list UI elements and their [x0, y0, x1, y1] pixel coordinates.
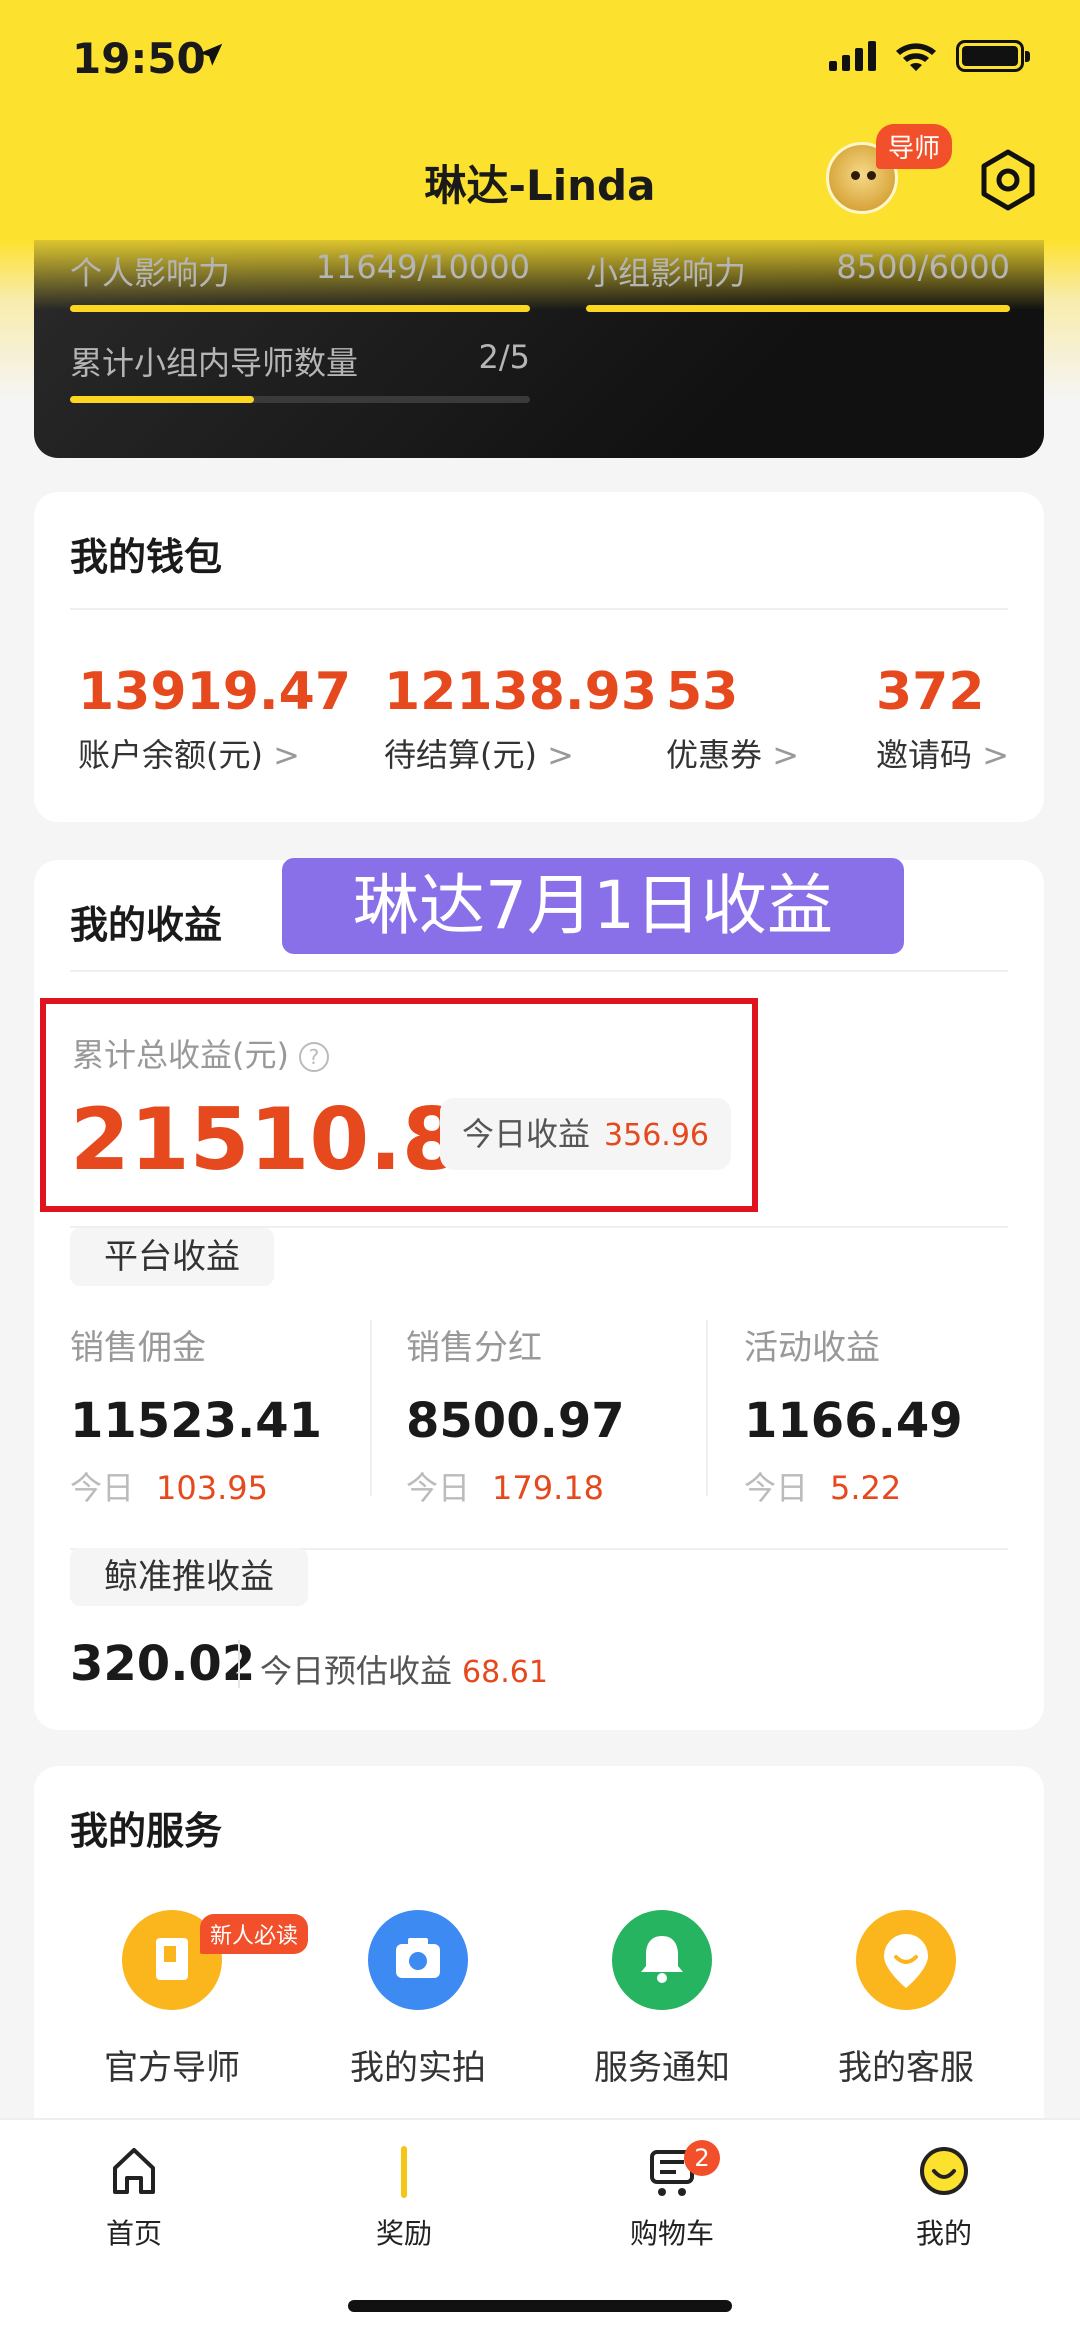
- activity-earnings[interactable]: 活动收益 1166.49 今日 5.22: [744, 1320, 1044, 1509]
- activity-earnings-today-label: 今日: [744, 1469, 809, 1507]
- status-time: 19:50: [72, 34, 206, 83]
- tab-rewards-label: 奖励: [375, 2217, 432, 2250]
- activity-earnings-today-value: 5.22: [830, 1469, 902, 1507]
- sales-commission-value: 11523.41: [70, 1393, 323, 1449]
- wallet-coupons-value: 53: [666, 662, 739, 722]
- tab-rewards[interactable]: 奖励: [324, 2144, 484, 2252]
- tab-cart-label: 购物车: [629, 2217, 714, 2250]
- battery-icon: [956, 40, 1030, 72]
- today-earnings-value: 356.96: [604, 1118, 709, 1153]
- sales-dividend-today-value: 179.18: [492, 1469, 604, 1507]
- platform-earnings-tag: 平台收益: [70, 1228, 274, 1286]
- service-label: 我的实拍: [350, 2048, 486, 2088]
- mentor-count-bar: [70, 396, 530, 403]
- group-influence: 小组影响力 8500/6000: [586, 248, 1010, 294]
- service-customer-support[interactable]: 我的客服: [786, 1910, 1026, 2089]
- mentor-count: 累计小组内导师数量 2/5: [70, 338, 530, 384]
- group-influence-value: 8500/6000: [836, 248, 1010, 286]
- sales-dividend-today-label: 今日: [406, 1469, 471, 1507]
- sales-commission-today-value: 103.95: [156, 1469, 268, 1507]
- tab-cart[interactable]: 2 购物车: [592, 2140, 752, 2252]
- sales-dividend-value: 8500.97: [406, 1393, 625, 1449]
- location-arrow-icon: [199, 43, 223, 66]
- group-influence-label: 小组影响力: [586, 254, 747, 292]
- cart-count-badge: 2: [684, 2140, 720, 2176]
- wallet-coupons-label: 优惠券: [666, 736, 763, 774]
- smile-icon: [920, 2147, 968, 2195]
- wallet-balance[interactable]: 13919.47 账户余额(元) >: [78, 662, 351, 776]
- wallet-balance-label: 账户余额(元): [78, 736, 263, 774]
- personal-influence-bar: [70, 305, 530, 312]
- whale-today-estimate: 今日预估收益 68.61: [260, 1646, 548, 1692]
- mentor-badge: 导师: [876, 124, 953, 169]
- activity-earnings-title: 活动收益: [744, 1328, 880, 1368]
- new-user-badge: 新人必读: [200, 1914, 309, 1954]
- mentor-count-value: 2/5: [478, 338, 531, 376]
- chevron-right-icon: >: [273, 736, 300, 774]
- personal-influence-label: 个人影响力: [70, 254, 231, 292]
- wallet-balance-value: 13919.47: [78, 662, 352, 722]
- chevron-right-icon: >: [547, 736, 574, 774]
- service-label: 官方导师: [104, 2048, 240, 2088]
- wallet-invite-code[interactable]: 372 邀请码 >: [876, 662, 1009, 776]
- tab-me-label: 我的: [915, 2217, 972, 2250]
- wallet-invite-label: 邀请码: [876, 736, 973, 774]
- influence-card: 个人影响力 11649/10000 小组影响力 8500/6000 累计小组内导…: [34, 240, 1044, 458]
- service-my-photos[interactable]: 我的实拍: [298, 1910, 538, 2089]
- sales-commission[interactable]: 销售佣金 11523.41 今日 103.95: [70, 1320, 370, 1509]
- date-overlay-label: 琳达7月1日收益: [282, 858, 904, 954]
- tab-me[interactable]: 我的: [864, 2144, 1024, 2252]
- wallet-pending[interactable]: 12138.93 待结算(元) >: [384, 662, 657, 776]
- whale-today-value: 68.61: [462, 1655, 548, 1690]
- tab-home-label: 首页: [105, 2217, 162, 2250]
- personal-influence-value: 11649/10000: [315, 248, 530, 286]
- help-icon[interactable]: ?: [298, 1042, 329, 1072]
- chevron-right-icon: >: [982, 736, 1009, 774]
- whale-earnings-value: 320.02: [70, 1636, 256, 1692]
- home-indicator: [348, 2300, 732, 2312]
- whale-earnings-tag: 鲸准推收益: [70, 1548, 308, 1606]
- activity-earnings-value: 1166.49: [744, 1393, 963, 1449]
- wallet-coupons[interactable]: 53 优惠券 >: [666, 662, 799, 776]
- status-bar: 19:50: [0, 0, 1080, 120]
- sales-dividend[interactable]: 销售分红 8500.97 今日 179.18: [406, 1320, 706, 1509]
- wallet-pending-label: 待结算(元): [384, 736, 537, 774]
- chevron-right-icon: >: [772, 736, 799, 774]
- signal-icon: [829, 41, 876, 71]
- service-label: 服务通知: [594, 2048, 730, 2088]
- wallet-pending-value: 12138.93: [384, 662, 658, 722]
- wifi-icon: [896, 43, 936, 71]
- services-title: 我的服务: [70, 1809, 223, 1853]
- home-icon: [113, 2148, 155, 2194]
- today-earnings-label: 今日收益: [462, 1115, 591, 1153]
- service-label: 我的客服: [838, 2048, 974, 2088]
- today-earnings-pill: 今日收益 356.96: [440, 1098, 731, 1170]
- whale-today-label: 今日预估收益: [260, 1652, 453, 1690]
- service-notifications[interactable]: 服务通知: [542, 1910, 782, 2089]
- wallet-card: 我的钱包 13919.47 账户余额(元) > 12138.93 待结算(元) …: [34, 492, 1044, 822]
- total-earnings-label: 累计总收益(元)?: [72, 1030, 329, 1076]
- group-influence-bar: [586, 305, 1010, 312]
- personal-influence: 个人影响力 11649/10000: [70, 248, 530, 294]
- earnings-title: 我的收益: [70, 903, 223, 947]
- total-earnings-label-text: 累计总收益(元): [72, 1036, 289, 1074]
- mentor-count-label: 累计小组内导师数量: [70, 344, 359, 382]
- smile-chat-icon: [856, 1910, 956, 2010]
- tab-home[interactable]: 首页: [54, 2144, 214, 2252]
- camera-icon: [368, 1910, 468, 2010]
- bell-icon: [612, 1910, 712, 2010]
- wallet-invite-value: 372: [876, 662, 985, 722]
- wallet-title: 我的钱包: [70, 535, 223, 579]
- sales-commission-today-label: 今日: [70, 1469, 135, 1507]
- sales-dividend-title: 销售分红: [406, 1328, 542, 1368]
- reward-icon: [401, 2146, 407, 2198]
- sales-commission-title: 销售佣金: [70, 1328, 206, 1368]
- settings-hexagon-icon[interactable]: [974, 146, 1042, 214]
